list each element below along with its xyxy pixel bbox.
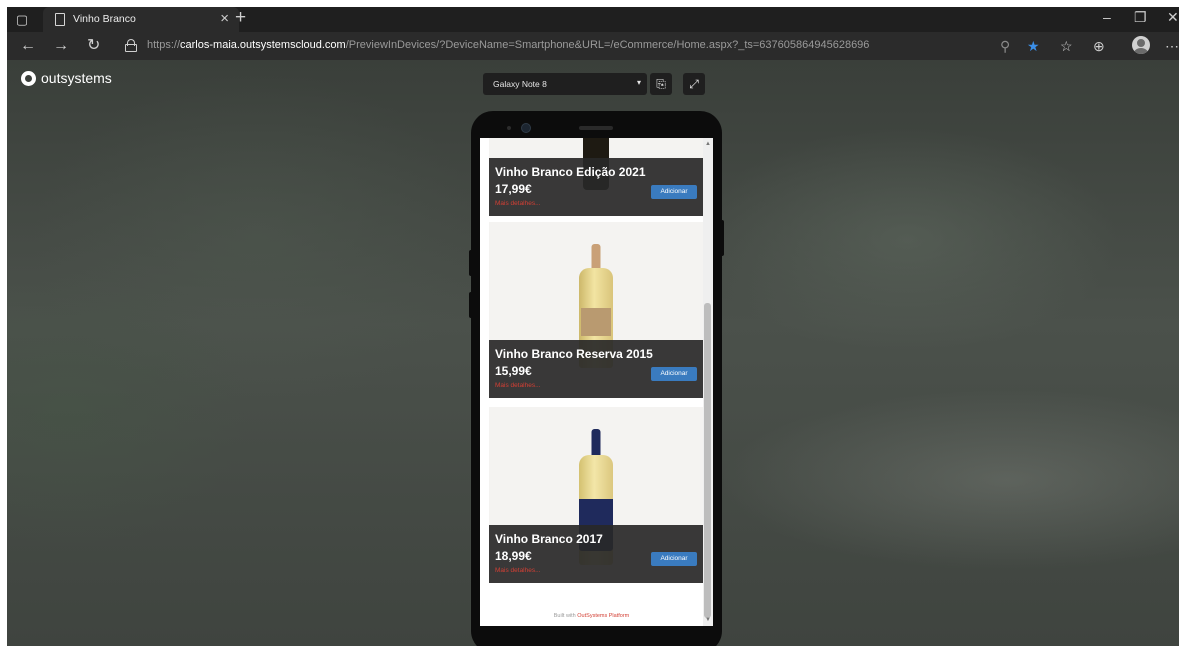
close-tab-icon[interactable]: × xyxy=(220,10,229,27)
refresh-icon[interactable]: ↻ xyxy=(87,36,100,56)
zoom-icon[interactable]: ⚲ xyxy=(1000,37,1010,55)
product-name: Vinho Branco Edição 2021 xyxy=(495,165,646,179)
url-host: carlos-maia.outsystemscloud.com xyxy=(180,39,346,51)
footer-text: Built with xyxy=(553,613,578,619)
phone-sensor xyxy=(507,126,511,130)
product-info: Vinho Branco Reserva 2015 15,99€ Mais de… xyxy=(489,340,703,398)
details-link[interactable]: Mais detalhes... xyxy=(495,200,541,207)
product-price: 15,99€ xyxy=(495,364,532,378)
scroll-down-icon[interactable]: ▼ xyxy=(705,617,711,623)
device-selector[interactable]: Galaxy Note 8 ▾ xyxy=(483,73,647,95)
brand-name: outsystems xyxy=(41,70,112,86)
rotate-device-button[interactable]: ⎘ xyxy=(650,73,672,95)
url-path: /PreviewInDevices/?DeviceName=Smartphone… xyxy=(345,39,870,51)
fullscreen-button[interactable]: ⤢ xyxy=(683,73,705,95)
favorite-star-icon[interactable]: ★ xyxy=(1027,37,1040,55)
product-price: 18,99€ xyxy=(495,549,532,563)
product-name: Vinho Branco Reserva 2015 xyxy=(495,347,653,361)
back-icon[interactable]: ← xyxy=(20,36,36,56)
browser-toolbar: ← → ↻ https://carlos-maia.outsystemsclou… xyxy=(7,32,1179,60)
outsystems-mark-icon xyxy=(21,70,36,86)
address-bar[interactable]: https://carlos-maia.outsystemscloud.com/… xyxy=(147,39,869,51)
add-to-cart-button[interactable]: Adicionar xyxy=(651,185,697,199)
profile-avatar[interactable] xyxy=(1132,36,1150,54)
outsystems-platform-link[interactable]: OutSystems Platform xyxy=(577,613,629,619)
forward-icon[interactable]: → xyxy=(53,36,69,56)
phone-screen[interactable]: Vinho Branco Edição 2021 17,99€ Mais det… xyxy=(480,138,713,626)
rotate-icon: ⎘ xyxy=(656,77,666,91)
new-tab-icon[interactable]: + xyxy=(235,7,246,29)
details-link[interactable]: Mais detalhes... xyxy=(495,567,541,574)
outsystems-logo: outsystems xyxy=(21,70,112,86)
product-info: Vinho Branco Edição 2021 17,99€ Mais det… xyxy=(489,158,703,216)
add-to-cart-button[interactable]: Adicionar xyxy=(651,367,697,381)
phone-frame: Vinho Branco Edição 2021 17,99€ Mais det… xyxy=(471,111,722,646)
tab-vinho-branco[interactable]: Vinho Branco × xyxy=(43,7,239,32)
maximize-icon[interactable]: ❐ xyxy=(1134,9,1147,26)
collections-icon[interactable]: ⊕ xyxy=(1093,37,1105,55)
url-protocol: https:// xyxy=(147,39,181,51)
scrollbar-thumb[interactable] xyxy=(704,303,711,618)
product-price: 17,99€ xyxy=(495,182,532,196)
favorites-icon[interactable]: ☆ xyxy=(1060,37,1073,55)
phone-speaker xyxy=(579,126,613,130)
page-icon xyxy=(55,13,65,26)
lock-icon[interactable] xyxy=(125,39,137,52)
tab-strip: ▢ Vinho Branco × + – ❐ ✕ xyxy=(7,7,1179,32)
product-name: Vinho Branco 2017 xyxy=(495,532,603,546)
wine-bottle-neck xyxy=(591,244,601,270)
tab-title: Vinho Branco xyxy=(73,13,136,25)
details-link[interactable]: Mais detalhes... xyxy=(495,382,541,389)
browser-window: ▢ Vinho Branco × + – ❐ ✕ ← → ↻ https://c… xyxy=(7,7,1179,646)
chevron-down-icon: ▾ xyxy=(636,78,641,87)
device-name: Galaxy Note 8 xyxy=(493,79,547,89)
add-to-cart-button[interactable]: Adicionar xyxy=(651,552,697,566)
scrollbar[interactable]: ▲ ▼ xyxy=(703,138,713,626)
close-window-icon[interactable]: ✕ xyxy=(1167,9,1179,26)
product-card: Vinho Branco Edição 2021 17,99€ Mais det… xyxy=(489,138,703,216)
page-footer: Built with OutSystems Platform xyxy=(480,613,703,619)
more-icon[interactable]: ⋯ xyxy=(1165,37,1179,55)
preview-area: outsystems Galaxy Note 8 ▾ ⎘ ⤢ Vinho Bra… xyxy=(7,60,1179,646)
scroll-up-icon[interactable]: ▲ xyxy=(705,141,711,147)
product-card: Vinho Branco 2017 18,99€ Mais detalhes..… xyxy=(489,407,703,583)
tab-actions-icon[interactable]: ▢ xyxy=(13,11,31,29)
expand-icon: ⤢ xyxy=(689,77,699,91)
minimize-icon[interactable]: – xyxy=(1103,9,1111,25)
wine-bottle-label xyxy=(581,308,611,336)
camera-icon xyxy=(521,123,531,133)
product-card: Vinho Branco Reserva 2015 15,99€ Mais de… xyxy=(489,222,703,398)
product-info: Vinho Branco 2017 18,99€ Mais detalhes..… xyxy=(489,525,703,583)
